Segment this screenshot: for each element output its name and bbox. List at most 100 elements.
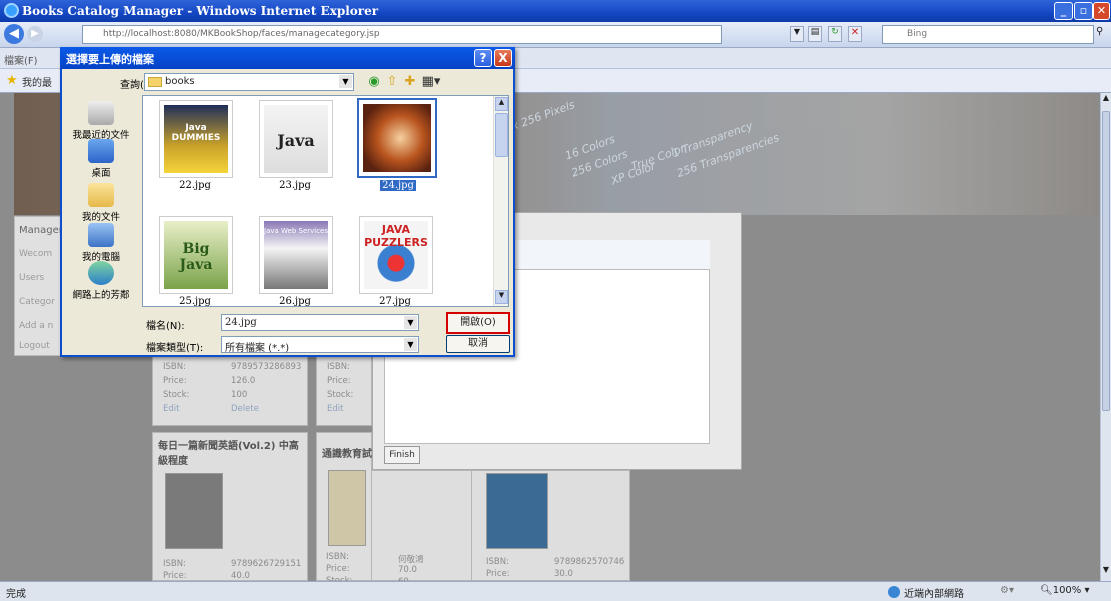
filename-label: 檔名(N): bbox=[146, 321, 185, 332]
place-desktop[interactable]: 桌面 bbox=[68, 139, 134, 179]
view-menu-icon[interactable]: ▦▾ bbox=[420, 74, 442, 90]
scroll-up-icon[interactable]: ▲ bbox=[1101, 93, 1111, 107]
search-icon[interactable]: ⚲ bbox=[1096, 26, 1110, 42]
book-cover bbox=[486, 473, 548, 549]
status-text: 完成 bbox=[6, 589, 26, 600]
restore-button[interactable]: ▫ bbox=[1074, 2, 1093, 20]
network-icon bbox=[88, 261, 114, 285]
place-label: 我的文件 bbox=[81, 212, 120, 223]
sidebar-item-categories[interactable]: Categor bbox=[19, 297, 55, 307]
book-thumbnail: Java bbox=[264, 105, 328, 173]
file-thumb[interactable]: Big Java bbox=[159, 216, 233, 294]
window-title: Books Catalog Manager - Windows Internet… bbox=[22, 4, 379, 18]
back-button[interactable]: ◀ bbox=[4, 24, 24, 44]
price-value: 30.0 bbox=[554, 569, 573, 579]
back-folder-icon[interactable]: ◉ bbox=[366, 74, 382, 90]
price-label: Price: bbox=[326, 564, 350, 574]
file-thumb[interactable]: Java Web Services bbox=[259, 216, 333, 294]
filename-input[interactable]: 24.jpg ▼ bbox=[221, 314, 419, 331]
file-thumb[interactable]: Java bbox=[259, 100, 333, 178]
close-window-button[interactable]: ✕ bbox=[1093, 2, 1110, 20]
book-cover bbox=[165, 473, 223, 549]
favorites-label[interactable]: 我的最 bbox=[22, 78, 52, 89]
file-name[interactable]: 22.jpg bbox=[150, 180, 240, 191]
chevron-down-icon[interactable]: ▼ bbox=[404, 338, 417, 351]
up-folder-icon[interactable]: ⇧ bbox=[384, 74, 400, 90]
my-computer-icon bbox=[88, 223, 114, 247]
book-card: 每日一篇新聞英語(Vol.2) 中高級程度 ISBN: 978962672915… bbox=[152, 432, 308, 581]
sidebar-item-logout[interactable]: Logout bbox=[19, 341, 50, 351]
compat-view-icon[interactable]: ▤ bbox=[808, 26, 822, 42]
forward-button[interactable]: ▶ bbox=[27, 26, 43, 42]
scroll-thumb[interactable] bbox=[495, 113, 508, 157]
my-documents-icon bbox=[88, 183, 114, 207]
book-thumbnail bbox=[363, 104, 431, 172]
file-name-selected[interactable]: 24.jpg bbox=[380, 180, 416, 191]
finish-button[interactable]: Finish bbox=[384, 446, 420, 464]
price-label: Price: bbox=[327, 376, 351, 386]
file-list-scrollbar[interactable]: ▲ ▼ bbox=[493, 96, 508, 306]
file-name[interactable]: 25.jpg bbox=[150, 296, 240, 307]
window-titlebar: Books Catalog Manager - Windows Internet… bbox=[0, 0, 1111, 22]
address-dropdown-icon[interactable]: ▼ bbox=[790, 26, 804, 42]
protected-mode-icon[interactable]: ⚙▾ bbox=[1000, 585, 1014, 596]
file-thumb[interactable]: Java DUMMIES bbox=[159, 100, 233, 178]
sidebar-item-users[interactable]: Users bbox=[19, 273, 44, 283]
ie-logo-icon bbox=[4, 3, 19, 18]
place-label: 網路上的芳鄰 bbox=[72, 290, 130, 301]
zoom-level: 100% bbox=[1052, 585, 1082, 596]
scroll-up-icon[interactable]: ▲ bbox=[495, 97, 508, 111]
open-button[interactable]: 開啟(O) bbox=[446, 312, 510, 334]
file-name[interactable]: 26.jpg bbox=[250, 296, 340, 307]
favorites-star-icon[interactable]: ★ bbox=[6, 73, 18, 88]
place-network[interactable]: 網路上的芳鄰 bbox=[68, 261, 134, 301]
file-thumb-selected[interactable] bbox=[357, 98, 437, 178]
sidebar-item-welcome[interactable]: Wecom bbox=[19, 249, 52, 259]
scroll-down-icon[interactable]: ▼ bbox=[1101, 565, 1111, 579]
edit-link[interactable]: Edit bbox=[327, 404, 343, 414]
book-thumbnail: Java Web Services bbox=[264, 221, 328, 289]
book-thumbnail: Java DUMMIES bbox=[164, 105, 228, 173]
file-list[interactable]: Java DUMMIES 22.jpg Java 23.jpg 24.jpg B… bbox=[142, 95, 509, 307]
scroll-thumb[interactable] bbox=[1102, 111, 1110, 411]
lookin-select[interactable]: books ▼ bbox=[144, 73, 354, 91]
page-scrollbar[interactable]: ▲ ▼ bbox=[1100, 93, 1111, 581]
stop-icon[interactable]: ✕ bbox=[848, 26, 862, 42]
sidebar-item-add[interactable]: Add a n bbox=[19, 321, 53, 331]
isbn-label: ISBN: bbox=[163, 559, 186, 569]
stock-label: Stock: bbox=[327, 390, 354, 400]
zoom-control[interactable]: 🔍︎100% ▾ bbox=[1040, 585, 1090, 596]
minimize-button[interactable]: _ bbox=[1054, 2, 1073, 20]
refresh-icon[interactable]: ↻ bbox=[828, 26, 842, 42]
place-mydocs[interactable]: 我的文件 bbox=[68, 183, 134, 223]
url-input[interactable]: http://localhost:8080/MKBookShop/faces/m… bbox=[82, 25, 722, 44]
file-name[interactable]: 23.jpg bbox=[250, 180, 340, 191]
file-thumb[interactable]: JAVA PUZZLERS bbox=[359, 216, 433, 294]
isbn-value: 9789573286893 bbox=[231, 362, 302, 372]
new-folder-icon[interactable]: ✚ bbox=[402, 74, 418, 90]
file-name[interactable]: 27.jpg bbox=[350, 296, 440, 307]
edit-link[interactable]: Edit bbox=[163, 404, 179, 414]
isbn-label: ISBN: bbox=[326, 552, 349, 562]
filetype-select[interactable]: 所有檔案 (*.*) ▼ bbox=[221, 336, 419, 354]
cancel-button[interactable]: 取消 bbox=[446, 335, 510, 353]
sidebar-title: Manager bbox=[19, 225, 63, 236]
delete-link[interactable]: Delete bbox=[231, 404, 259, 414]
search-input[interactable]: Bing bbox=[882, 25, 1094, 44]
chevron-down-icon[interactable]: ▼ bbox=[404, 316, 417, 329]
scroll-down-icon[interactable]: ▼ bbox=[495, 290, 508, 304]
isbn-value: 9789626729151 bbox=[231, 559, 302, 569]
isbn-label: ISBN: bbox=[486, 557, 509, 567]
price-label: Price: bbox=[486, 569, 510, 579]
url-text: http://localhost:8080/MKBookShop/faces/m… bbox=[103, 29, 380, 39]
place-mycomputer[interactable]: 我的電腦 bbox=[68, 223, 134, 263]
price-label: Price: bbox=[163, 376, 187, 386]
book-cover bbox=[328, 470, 366, 546]
dialog-help-button[interactable]: ? bbox=[474, 49, 492, 67]
place-recent[interactable]: 我最近的文件 bbox=[68, 101, 134, 141]
book-card: ISBN: 9789862570746 Price: 30.0 bbox=[472, 470, 630, 581]
places-bar: 我最近的文件 桌面 我的文件 我的電腦 網路上的芳鄰 bbox=[68, 95, 134, 311]
dialog-close-button[interactable]: X bbox=[494, 49, 512, 67]
menu-file[interactable]: 檔案(F) bbox=[4, 56, 38, 67]
address-bar: ◀ ▶ http://localhost:8080/MKBookShop/fac… bbox=[0, 22, 1111, 48]
